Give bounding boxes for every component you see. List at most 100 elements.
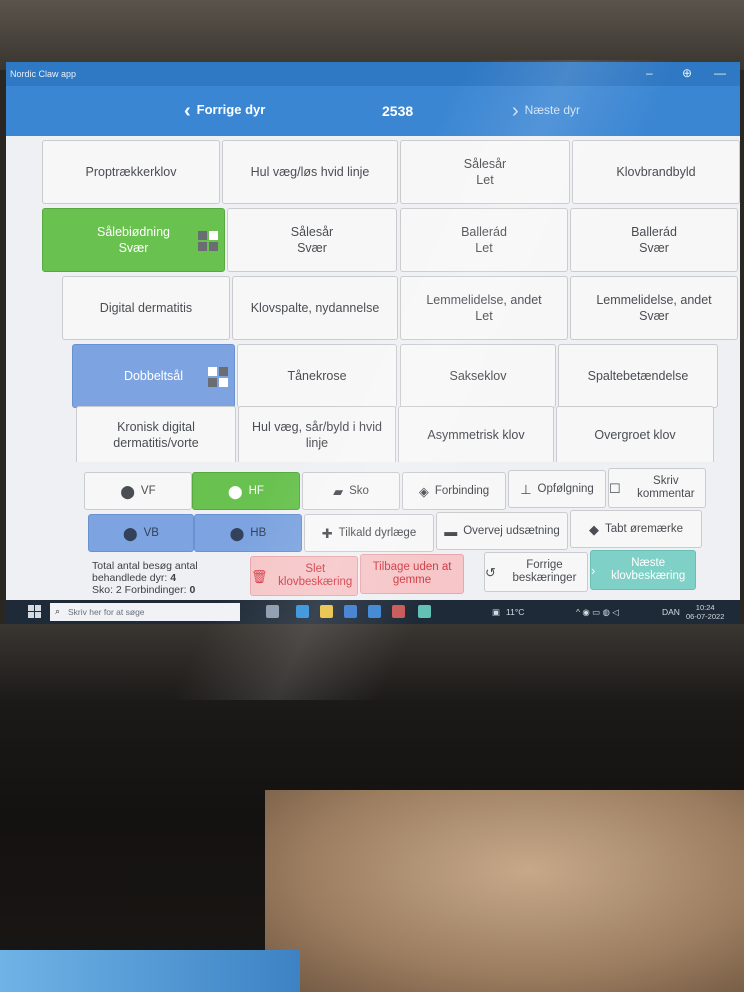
forbinding-button[interactable]: ◈ Forbinding: [402, 472, 506, 510]
tile-sakseklov[interactable]: Sakseklov: [400, 344, 556, 408]
naeste-klovbeskaering-button[interactable]: › Næste klovbeskæring: [590, 550, 696, 590]
tile-ballerad-let[interactable]: Ballerád Let: [400, 208, 568, 272]
tile-label: Sålesår: [290, 225, 334, 239]
weather-icon[interactable]: ▣: [492, 607, 500, 618]
hoof-icon: ⬤: [229, 525, 245, 541]
tile-label: Lemmelidelse, andet: [596, 293, 712, 307]
edge-icon[interactable]: [296, 605, 309, 618]
more-icon[interactable]: —: [714, 66, 726, 80]
overvej-udsaetning-button[interactable]: ▬ Overvej udsætning: [436, 512, 568, 550]
tile-overgroet-klov[interactable]: Overgroet klov: [556, 406, 714, 464]
temperature: 11°C: [506, 607, 525, 617]
search-placeholder: Skriv her for at søge: [68, 607, 145, 617]
hoof-vf-button[interactable]: ⬤ VF: [84, 472, 192, 510]
tile-label: Hul væg, sår/byld i hvid: [252, 420, 382, 434]
tile-salesar-svaer[interactable]: Sålesår Svær: [227, 208, 397, 272]
tile-sublabel: Let: [475, 241, 493, 255]
opfolgning-button[interactable]: ⊥ Opfølgning: [508, 470, 606, 508]
tile-dobbeltsal[interactable]: Dobbeltsål: [72, 344, 235, 408]
next-animal-button[interactable]: › Næste dyr: [512, 100, 580, 123]
truck-icon: ▬: [444, 523, 458, 539]
tile-sublabel: Let: [475, 309, 493, 323]
forrige-beskaeringer-button[interactable]: ↺ Forrige beskæringer: [484, 552, 588, 592]
taskbar-clock[interactable]: 10:24 06-07-2022: [686, 603, 724, 621]
tile-label: Tånekrose: [287, 369, 347, 383]
stats-bandage-value: 0: [189, 584, 196, 596]
taskbar-search-input[interactable]: ⌕ Skriv her for at søge: [50, 603, 240, 621]
skriv-kommentar-label: Skriv kommentar: [637, 475, 695, 500]
stats-treated-value: 4: [170, 572, 177, 584]
tile-sublabel: Let: [476, 173, 494, 187]
tile-sublabel: dermatitis/vorte: [113, 436, 199, 450]
clock-date: 06-07-2022: [686, 612, 725, 621]
animal-id: 2538: [382, 103, 414, 119]
tabt-oremaerke-button[interactable]: ◆ Tabt øremærke: [570, 510, 702, 548]
next-animal-label: Næste dyr: [524, 103, 581, 117]
tile-hul-vaeg-los-hvid-linje[interactable]: Hul væg/løs hvid linje: [222, 140, 398, 204]
hoof-icon: ⬤: [228, 483, 243, 499]
stats-treated-label: behandlede dyr:: [92, 572, 168, 584]
task-view-icon[interactable]: [266, 605, 279, 618]
grid-toggle-icon[interactable]: [208, 367, 228, 387]
tile-hul-vaeg-sar-byld[interactable]: Hul væg, sår/byld i hvid linje: [238, 406, 396, 464]
tile-saleblodning-svaer[interactable]: Sålebiødning Svær: [42, 208, 225, 272]
hoof-hf-label: HF: [248, 484, 264, 497]
app-title: Nordic Claw app: [10, 69, 77, 79]
forbinding-label: Forbinding: [434, 484, 490, 497]
tile-ballerad-svaer[interactable]: Ballerád Svær: [570, 208, 738, 272]
app-icon[interactable]: [392, 605, 405, 618]
zoom-icon[interactable]: ⊕: [682, 66, 692, 80]
tile-lemmelidelse-svaer[interactable]: Lemmelidelse, andet Svær: [570, 276, 738, 340]
windows-start-icon[interactable]: [28, 605, 42, 619]
explorer-icon[interactable]: [320, 605, 333, 618]
hoof-icon: ⬤: [123, 525, 138, 541]
tilbage-uden-at-gemme-button[interactable]: Tilbage uden at gemme: [360, 554, 464, 594]
sko-button[interactable]: ▰ Sko: [302, 472, 400, 510]
minimize-icon[interactable]: –: [646, 66, 653, 80]
stats-bandage-label: Sko: 2 Forbindinger:: [92, 584, 187, 596]
tile-lemmelidelse-let[interactable]: Lemmelidelse, andet Let: [400, 276, 568, 340]
tile-spaltebetaendelse[interactable]: Spaltebetændelse: [558, 344, 718, 408]
mail-icon[interactable]: [368, 605, 381, 618]
grid-toggle-icon[interactable]: [198, 231, 218, 251]
chevron-right-icon: ›: [512, 100, 519, 122]
tile-kronisk-digital-dermatitis[interactable]: Kronisk digital dermatitis/vorte: [76, 406, 236, 464]
slet-klovbeskaering-button[interactable]: 🗑 Slet klovbeskæring: [250, 556, 358, 596]
clock-time: 10:24: [695, 603, 715, 612]
hoof-vb-button[interactable]: ⬤ VB: [88, 514, 194, 552]
tile-label: Lemmelidelse, andet: [426, 293, 542, 307]
slet-label: Slet klovbeskæring: [278, 563, 353, 588]
previous-animal-button[interactable]: ‹ Forrige dyr: [184, 100, 265, 123]
tile-proptraekkerklov[interactable]: Proptrækkerklov: [42, 140, 220, 204]
tile-salesar-let[interactable]: Sålesår Let: [400, 140, 570, 204]
tag-icon: ◆: [589, 521, 600, 537]
store-icon[interactable]: [344, 605, 357, 618]
tile-sublabel: Svær: [297, 241, 327, 255]
tile-label: Hul væg/løs hvid linje: [250, 165, 370, 179]
pin-icon: ⊥: [520, 481, 532, 497]
tabt-oremaerke-label: Tabt øremærke: [605, 522, 683, 535]
hoof-hf-button[interactable]: ⬤ HF: [192, 472, 300, 510]
tile-label: Asymmetrisk klov: [427, 428, 525, 442]
tile-klovspalte-nydannelse[interactable]: Klovspalte, nydannelse: [232, 276, 398, 340]
tile-label: Spaltebetændelse: [587, 369, 689, 383]
skriv-kommentar-button[interactable]: ☐ Skriv kommentar: [608, 468, 706, 508]
tile-klovbrandbyld[interactable]: Klovbrandbyld: [572, 140, 740, 204]
tile-asymmetrisk-klov[interactable]: Asymmetrisk klov: [398, 406, 554, 464]
tile-label: Klovbrandbyld: [616, 165, 696, 179]
stats-line-1: Total antal besøg antal: [92, 560, 198, 572]
language-indicator[interactable]: DAN: [662, 607, 680, 617]
tile-digital-dermatitis[interactable]: Digital dermatitis: [62, 276, 230, 340]
tile-label: Klovspalte, nydannelse: [250, 301, 380, 315]
overvej-udsaetning-label: Overvej udsætning: [463, 524, 560, 537]
tile-sublabel: Svær: [118, 241, 149, 255]
tray-icons[interactable]: ^ ◉ ▭ ◍ ◁: [576, 607, 619, 618]
tilbage-label: Tilbage uden at gemme: [372, 561, 452, 586]
naeste-label: Næste klovbeskæring: [611, 557, 686, 582]
tile-sublabel: Svær: [639, 309, 669, 323]
chevron-right-icon: ›: [591, 562, 596, 578]
claw-app-icon[interactable]: [418, 605, 431, 618]
tilkald-dyrlaege-button[interactable]: ✚ Tilkald dyrlæge: [304, 514, 434, 552]
tile-tanekrose[interactable]: Tånekrose: [237, 344, 397, 408]
hoof-hb-button[interactable]: ⬤ HB: [194, 514, 302, 552]
